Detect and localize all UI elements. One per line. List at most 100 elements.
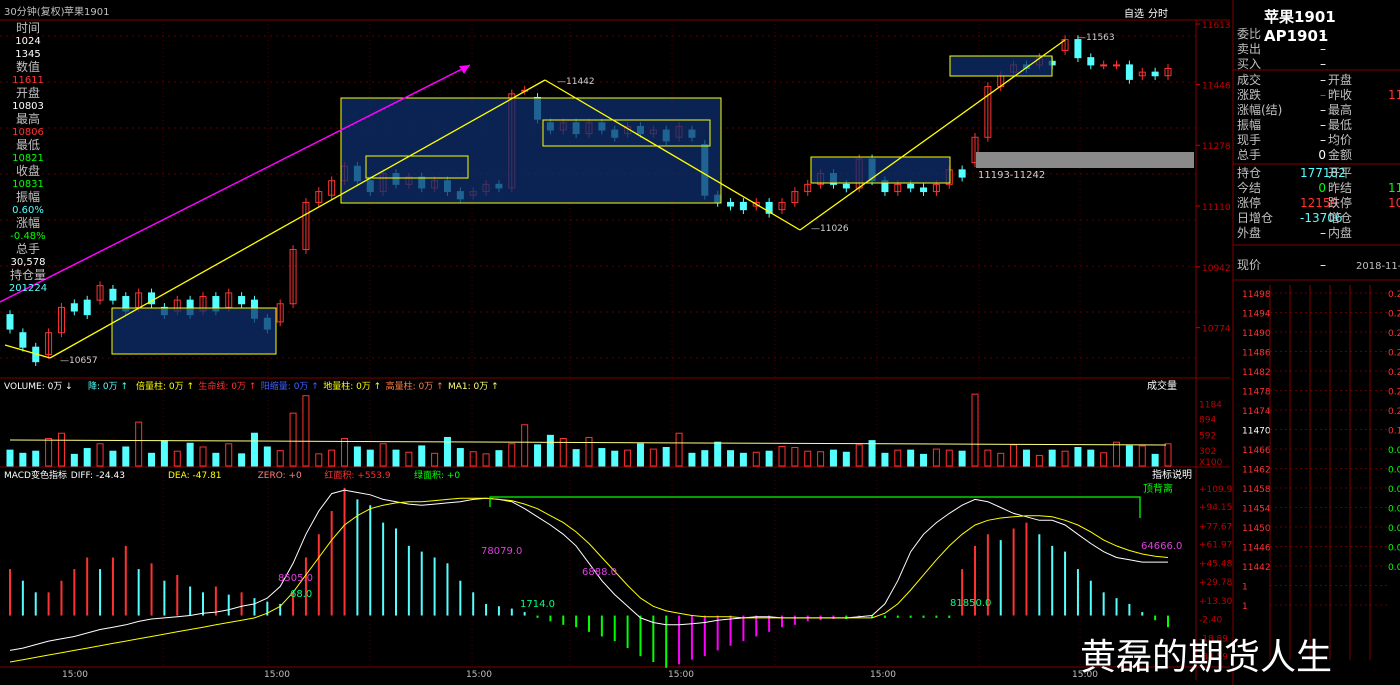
price-tick-label: 11446 — [1202, 81, 1231, 91]
volume-indicator-dropdown[interactable]: 成交量 — [1147, 381, 1177, 393]
volume-bar — [752, 451, 760, 467]
volume-bar — [997, 452, 1005, 467]
quote-value: – — [1320, 258, 1326, 272]
cursor-info-key: 总手 — [15, 242, 40, 256]
cursor-info-key: 最低 — [15, 138, 40, 152]
consolidation-box — [810, 156, 951, 184]
tick-pct-label: 0.2 — [1388, 290, 1400, 300]
volume-bar — [1074, 447, 1082, 467]
tick-price-label: 11442 — [1242, 563, 1271, 573]
candle-body — [6, 314, 14, 330]
candle-body — [70, 303, 78, 312]
tick-pct-label: 0.0 — [1388, 485, 1400, 495]
cursor-info-key: 时间 — [15, 21, 40, 35]
consolidation-box — [111, 307, 277, 355]
tick-price-label: 11490 — [1242, 329, 1271, 339]
volume-bar — [727, 450, 735, 467]
quote-label: 外盘 — [1237, 226, 1262, 240]
quote-label: 成交 — [1237, 73, 1262, 87]
quote-value: – — [1320, 88, 1326, 102]
macd-legend-item: DEA: -47.81 — [168, 471, 222, 481]
tick-price-label: 11478 — [1242, 388, 1271, 398]
consolidation-box — [949, 55, 1053, 77]
candle-body — [1100, 64, 1108, 67]
volume-bar — [1061, 450, 1069, 467]
candle-body — [739, 201, 747, 211]
tick-pct-label: 0.0 — [1388, 524, 1400, 534]
chart-canvas: 116131144611278111101094210774—10657—114… — [0, 0, 1400, 685]
volume-bar — [1022, 449, 1030, 467]
volume-bar — [1048, 449, 1056, 467]
candle-body — [920, 187, 928, 193]
macd-tick-label: +77.67 — [1199, 522, 1232, 532]
volume-bar — [585, 436, 593, 467]
cursor-info-key: 最高 — [15, 112, 40, 126]
quote-title: 苹果1901 AP1901 — [1264, 8, 1336, 45]
period-label: 30分钟(复权) — [4, 7, 65, 18]
volume-bar — [778, 445, 786, 467]
volume-bar — [714, 441, 722, 467]
volume-bar — [482, 453, 490, 467]
candle-body — [1125, 64, 1133, 80]
candle-body — [907, 183, 915, 189]
volume-bar — [289, 412, 297, 467]
volume-bar — [1113, 441, 1121, 467]
quote-value: – — [1320, 27, 1326, 41]
volume-legend-item: 阳缩量: 0万 ↑ — [260, 382, 319, 392]
macd-area-label: 1714.0 — [520, 599, 555, 610]
macd-area-label: 6888.0 — [582, 567, 617, 578]
volume-bar — [817, 451, 825, 467]
macd-area-label: 68.0 — [290, 589, 312, 600]
volume-bar — [546, 434, 554, 467]
macd-tick-label: +45.48 — [1199, 560, 1233, 570]
volume-unit-label: X100 — [1199, 458, 1223, 468]
candle-body — [842, 183, 850, 189]
volume-bar — [1035, 454, 1043, 467]
time-axis-label: 15:00 — [264, 670, 290, 680]
volume-bar — [829, 449, 837, 467]
volume-bar — [45, 438, 53, 467]
volume-bar — [804, 450, 812, 467]
quote-label: 总手 — [1237, 148, 1262, 162]
volume-bar — [984, 449, 992, 467]
volume-ma-line — [9, 439, 1167, 446]
quote-value: 11 — [1388, 88, 1400, 102]
tick-pct-label: 0.2 — [1388, 329, 1400, 339]
quote-label: 开盘 — [1328, 73, 1353, 87]
tick-price-label: 11458 — [1242, 485, 1271, 495]
price-tick-label: 11613 — [1202, 21, 1231, 31]
cursor-info-value: 1024 — [15, 36, 41, 47]
indicator-help-button[interactable]: 指标说明 — [1152, 470, 1192, 482]
volume-bar — [379, 443, 387, 467]
volume-bar — [57, 432, 65, 467]
quote-label: 日增仓 — [1237, 211, 1274, 225]
quote-label: 买入 — [1237, 57, 1262, 71]
quote-label: 现价 — [1237, 258, 1262, 272]
volume-bar — [765, 450, 773, 467]
watchlist-button[interactable]: 自选 — [1124, 9, 1144, 21]
price-tick-label: 11110 — [1202, 203, 1231, 213]
quote-label: 均价 — [1328, 133, 1353, 147]
quote-label: 涨幅(结) — [1237, 103, 1283, 117]
quote-value: 0 — [1318, 181, 1326, 195]
quote-label: 今结 — [1237, 181, 1262, 195]
volume-bar — [1164, 443, 1172, 467]
quote-value: 11 — [1388, 181, 1400, 195]
macd-legend-item: DIFF: -24.43 — [70, 471, 125, 481]
volume-bar — [135, 421, 143, 467]
symbol-label: 苹果1901 — [64, 7, 110, 18]
intraday-button[interactable]: 分时 — [1148, 9, 1168, 21]
price-annotation: —11026 — [811, 224, 849, 234]
macd-tick-label: +61.97 — [1199, 541, 1232, 551]
tick-price-label: 11466 — [1242, 446, 1271, 456]
divergence-marker — [489, 496, 1141, 518]
watermark: 黄磊的期货人生 — [1080, 637, 1333, 678]
volume-bar — [148, 452, 156, 467]
top-divergence-label: 顶背离 — [1143, 482, 1173, 495]
volume-bar — [920, 453, 928, 467]
candle-body — [958, 169, 966, 178]
tick-price-label: 11498 — [1242, 290, 1271, 300]
volume-bar — [662, 447, 670, 467]
volume-bar — [238, 453, 246, 467]
volume-tick-label: 302 — [1199, 447, 1216, 457]
